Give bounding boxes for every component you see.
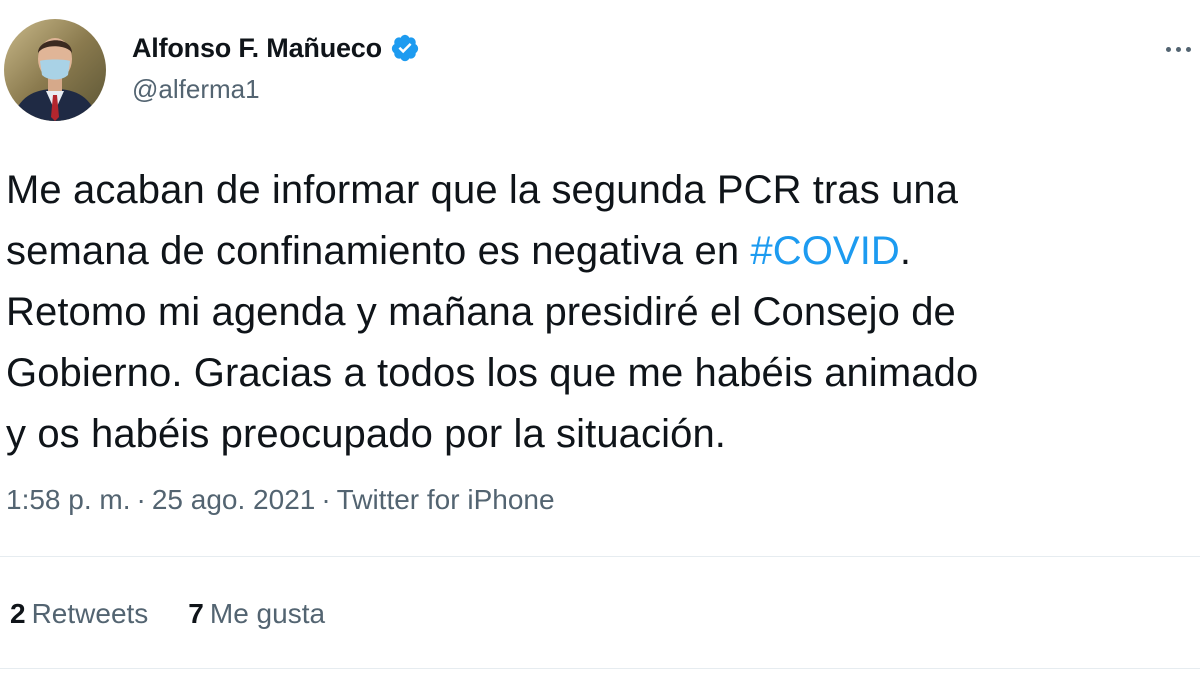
hashtag-link[interactable]: #COVID (750, 229, 900, 273)
meta-separator: · (321, 484, 331, 515)
retweets-count: 2 (10, 598, 26, 629)
tweet-text-segment: . (899, 229, 912, 273)
more-dot (1185, 46, 1191, 52)
retweets-label: Retweets (31, 598, 149, 629)
divider (0, 556, 1200, 557)
more-dot (1165, 46, 1171, 52)
more-dot (1175, 46, 1181, 52)
tweet-text-line: Me acaban de informar que la segunda PCR… (6, 168, 959, 212)
author-display-name[interactable]: Alfonso F. Mañueco (132, 33, 382, 64)
author-name-row: Alfonso F. Mañueco (132, 30, 420, 66)
tweet-text-segment: semana de confinamiento es negativa en (6, 229, 751, 273)
avatar-photo (4, 19, 106, 121)
divider (0, 668, 1200, 669)
tweet-text-line: semana de confinamiento es negativa en #… (6, 221, 1196, 282)
tweet-date-link[interactable]: 25 ago. 2021 (152, 484, 316, 515)
tweet-text: Me acaban de informar que la segunda PCR… (6, 160, 1196, 465)
author-handle[interactable]: @alferma1 (132, 74, 260, 105)
tweet-stats: 2 Retweets 7 Me gusta (10, 598, 325, 630)
likes-stat[interactable]: 7 Me gusta (188, 598, 325, 630)
tweet-time-link[interactable]: 1:58 p. m. (6, 484, 131, 515)
avatar[interactable] (4, 19, 106, 121)
likes-label: Me gusta (209, 598, 326, 629)
tweet-source-link[interactable]: Twitter for iPhone (337, 484, 555, 515)
tweet-text-line: Gobierno. Gracias a todos los que me hab… (6, 351, 979, 395)
tweet-meta: 1:58 p. m. · 25 ago. 2021 · Twitter for iPho… (6, 484, 555, 516)
meta-separator: · (136, 484, 146, 515)
more-options-icon[interactable] (1156, 34, 1200, 64)
tweet-card: Alfonso F. Mañueco @alferma1 Me acaban d… (0, 0, 1200, 675)
verified-badge-icon (390, 33, 420, 63)
likes-count: 7 (188, 598, 204, 629)
retweets-stat[interactable]: 2 Retweets (10, 598, 148, 630)
tweet-text-line: Retomo mi agenda y mañana presidiré el C… (6, 290, 956, 334)
tweet-text-line: y os habéis preocupado por la situación. (6, 412, 727, 456)
